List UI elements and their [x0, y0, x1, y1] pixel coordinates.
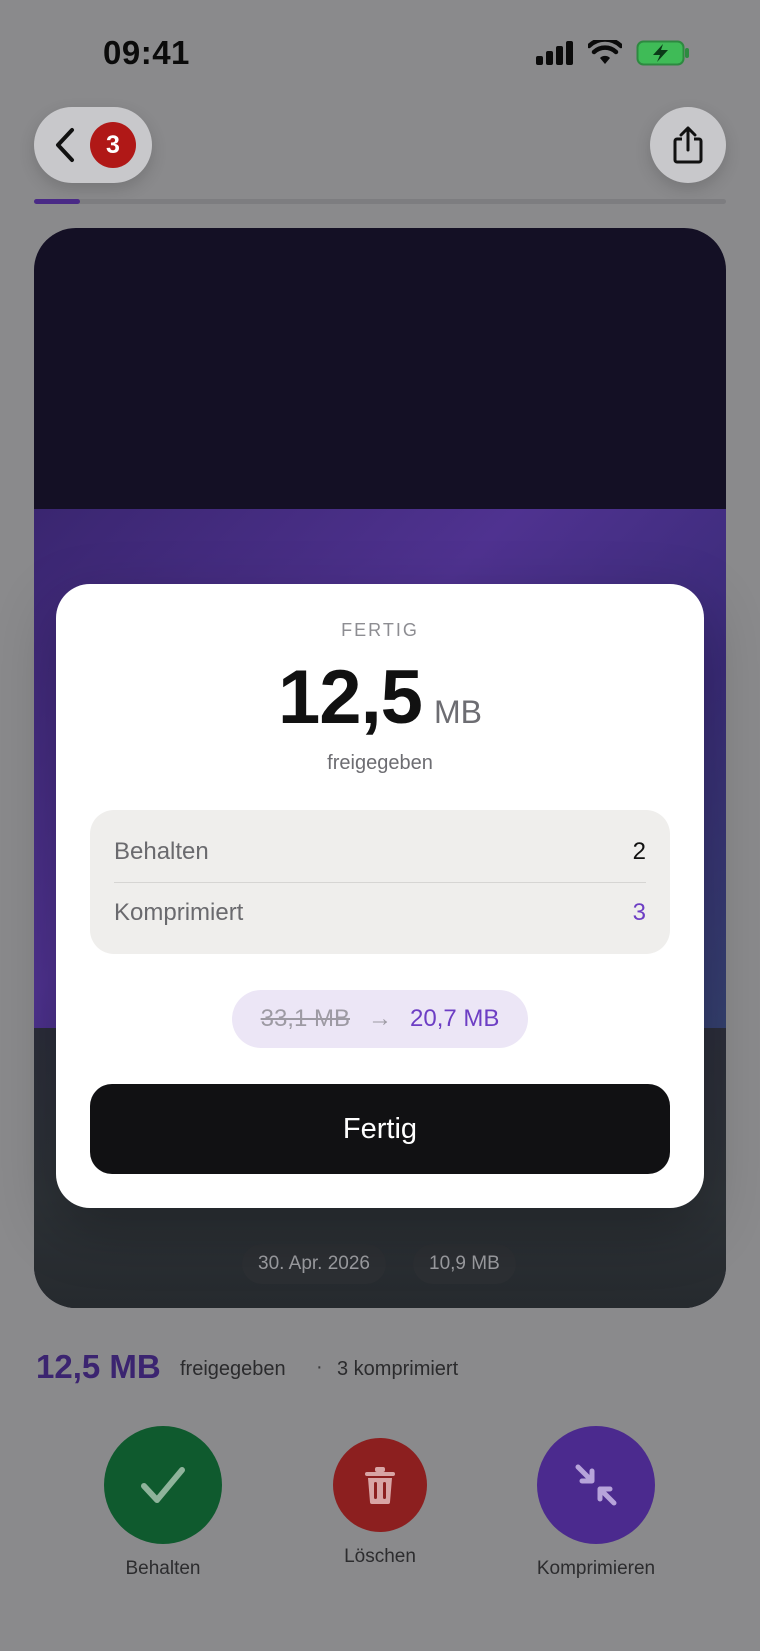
stat-label: Komprimiert: [114, 899, 244, 926]
review-progress-bar: [34, 199, 726, 204]
done-button[interactable]: Fertig: [90, 1084, 670, 1174]
stat-row-compressed: Komprimiert 3: [114, 883, 646, 943]
freed-amount: 12,5 MB: [36, 1348, 161, 1385]
dialog-amount-subtitle: freigegeben: [327, 752, 433, 774]
compress-label: Komprimieren: [536, 1558, 656, 1579]
completion-dialog: FERTIG 12,5 MB freigegeben Behalten 2 Kom…: [56, 584, 704, 1208]
size-arrow-icon: →: [368, 1005, 392, 1032]
delete-button[interactable]: [333, 1438, 427, 1532]
signal-icon: [536, 41, 573, 65]
stat-value: 2: [632, 838, 646, 865]
size-after: 20,7 MB: [410, 1005, 500, 1032]
back-count-badge: 3: [90, 122, 136, 168]
stat-value: 3: [632, 899, 646, 926]
compress-button[interactable]: [537, 1426, 655, 1544]
dialog-amount-value: 12,5: [278, 655, 423, 740]
keep-button[interactable]: [104, 1426, 222, 1544]
wifi-icon: [588, 40, 622, 64]
size-change-pill: 33,1 MB → 20,7 MB: [232, 990, 528, 1048]
keep-action[interactable]: Behalten: [104, 1426, 222, 1580]
compress-arrows-icon: [575, 1464, 617, 1506]
share-button[interactable]: [650, 107, 726, 183]
battery-charging-icon: [636, 40, 689, 66]
trash-icon: [365, 1467, 395, 1504]
review-progress-fill: [34, 199, 80, 204]
photo-date-badge: 30. Apr. 2026: [242, 1244, 386, 1284]
stat-row-kept: Behalten 2: [114, 822, 646, 882]
compress-action[interactable]: Komprimieren: [513, 1426, 679, 1580]
keep-label: Behalten: [125, 1558, 201, 1579]
compressed-count: 3 komprimiert: [337, 1358, 459, 1380]
back-button[interactable]: 3: [34, 107, 152, 183]
stat-label: Behalten: [114, 838, 209, 865]
status-time: 09:41: [103, 34, 190, 71]
dialog-eyebrow: FERTIG: [341, 620, 419, 640]
share-icon: [673, 126, 703, 164]
summary-separator: ·: [316, 1356, 323, 1378]
status-icons: [536, 40, 690, 66]
photo-size-badge: 10,9 MB: [413, 1244, 516, 1284]
chevron-left-icon: [56, 128, 74, 162]
size-before: 33,1 MB: [260, 1005, 350, 1032]
delete-label: Löschen: [344, 1546, 416, 1567]
dialog-amount-unit: MB: [433, 694, 482, 730]
checkmark-icon: [141, 1467, 185, 1503]
dialog-amount: 12,5 MB: [56, 654, 704, 741]
delete-action[interactable]: Löschen: [333, 1438, 427, 1568]
freed-label: freigegeben: [180, 1358, 286, 1380]
dialog-stats-card: Behalten 2 Komprimiert 3: [90, 810, 670, 954]
